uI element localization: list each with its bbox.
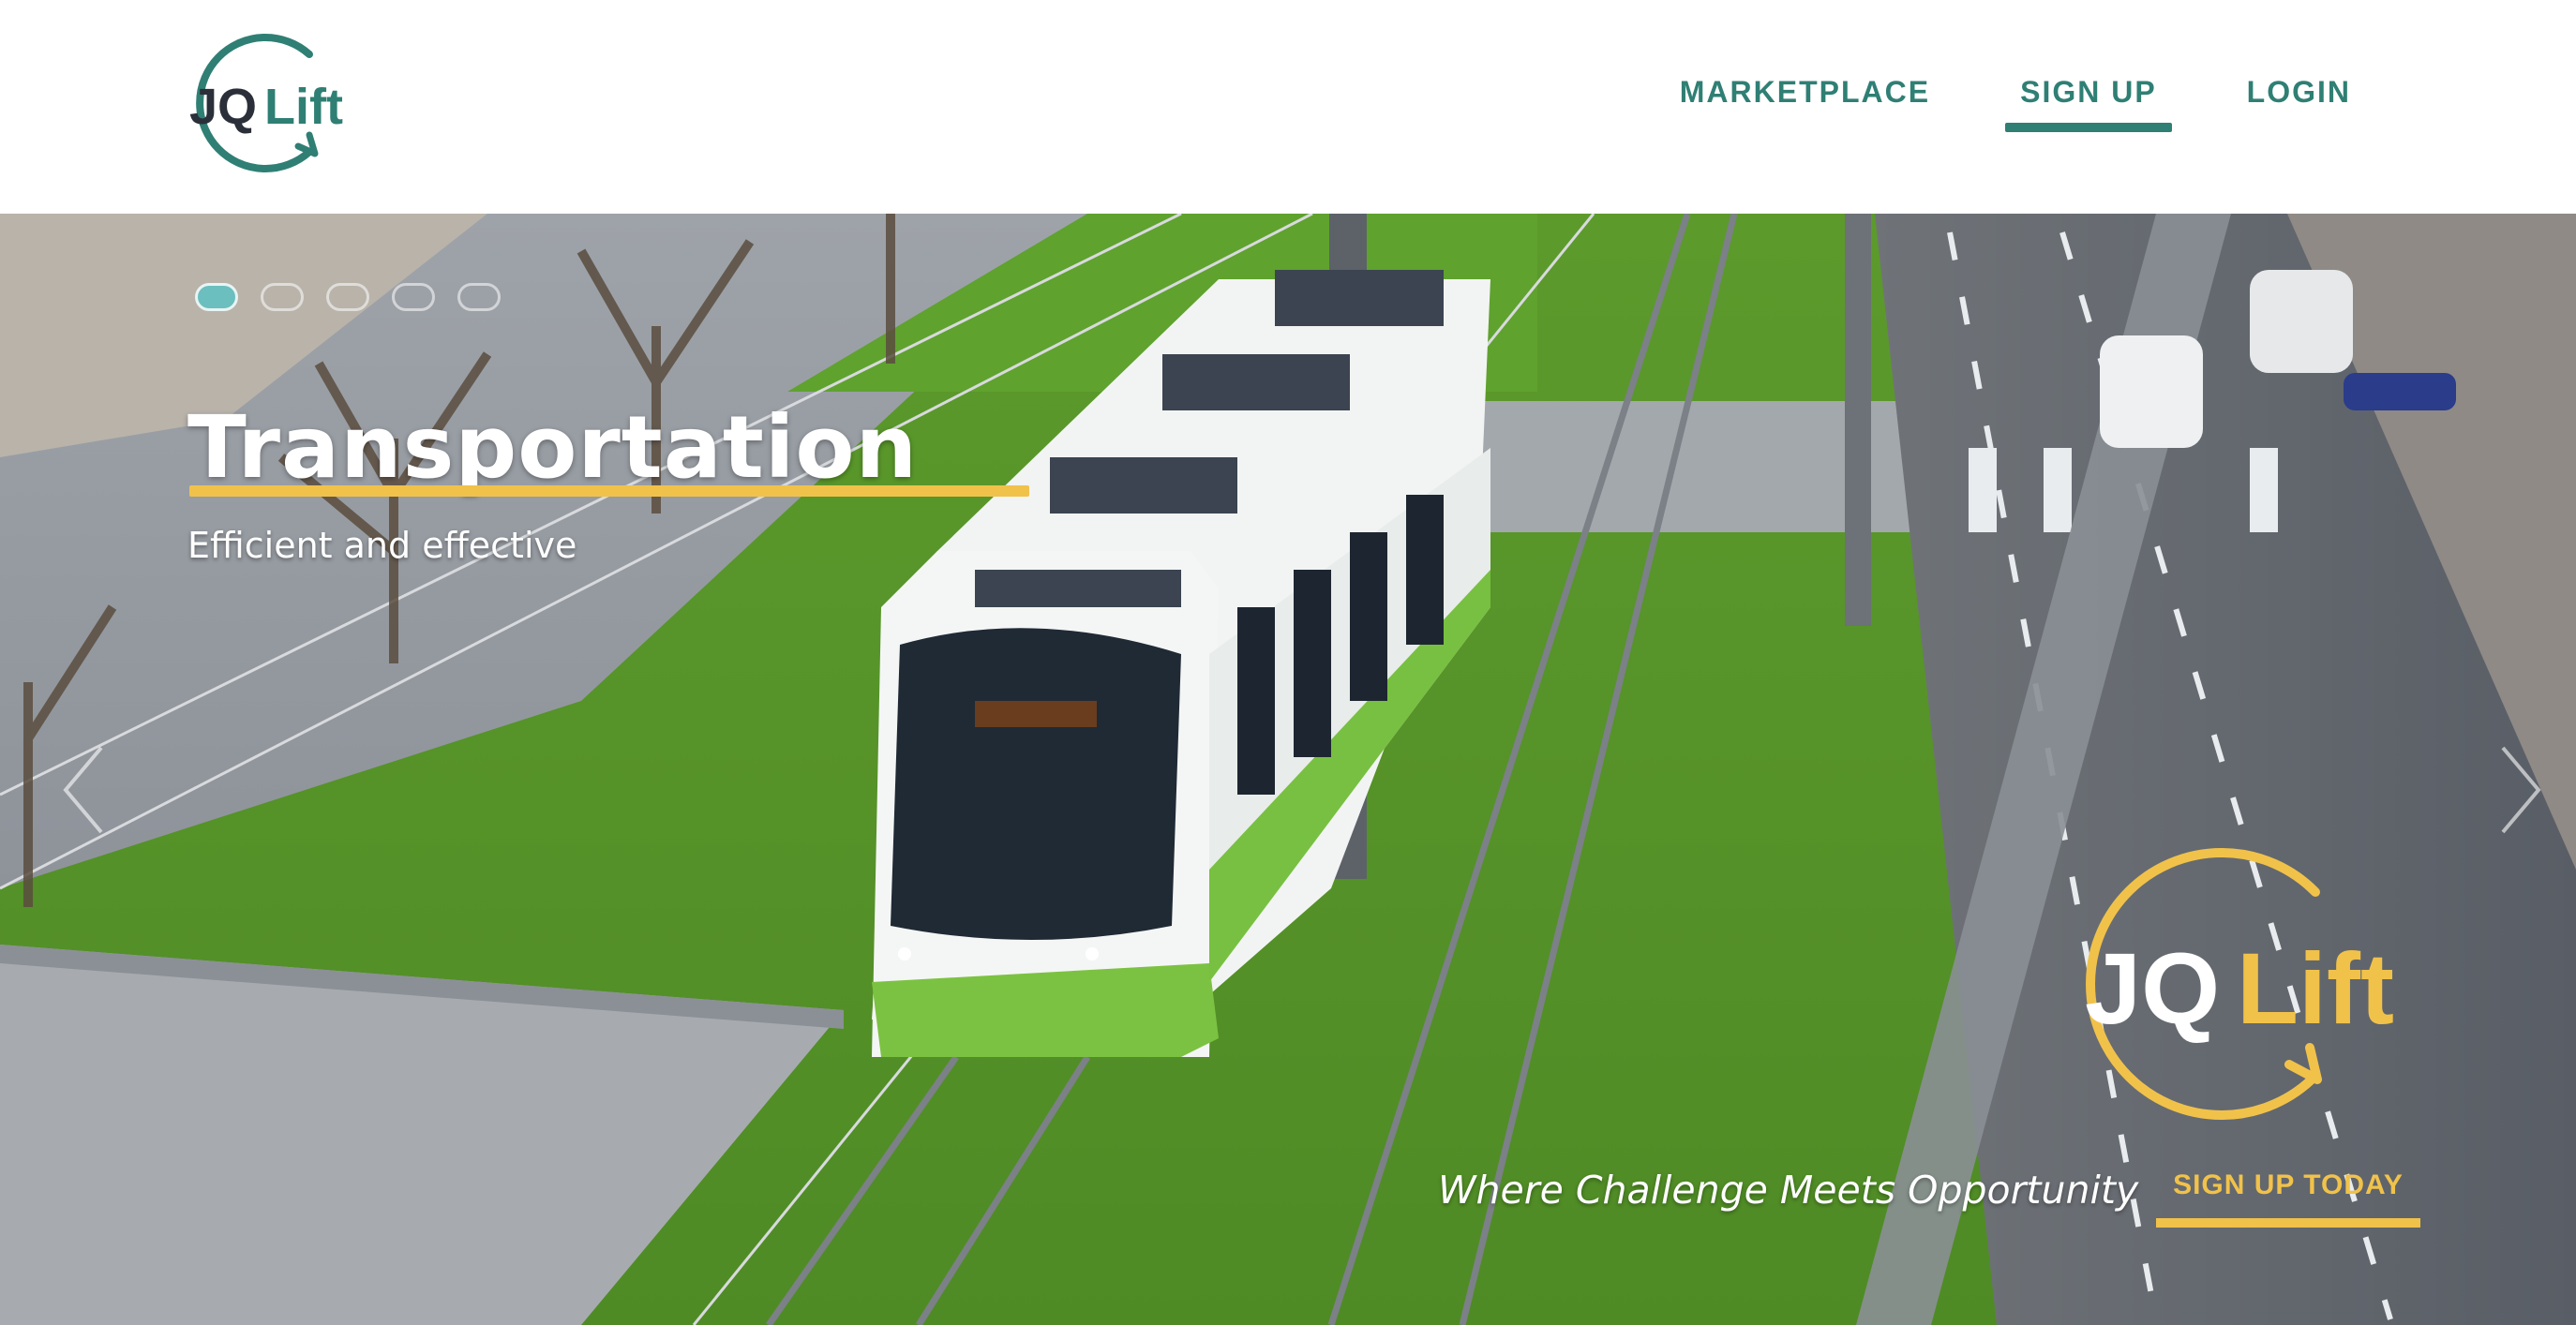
slide-subtitle: Efficient and effective (187, 525, 577, 566)
carousel-indicators (195, 283, 501, 311)
nav-marketplace[interactable]: MARKETPLACE (1680, 75, 1930, 127)
main-nav: MARKETPLACE SIGN UP LOGIN (1680, 75, 2351, 132)
hero-logo-text-jq: JQ (2085, 931, 2220, 1045)
logo-text-jq: JQ (189, 79, 257, 135)
chevron-left-icon (63, 746, 103, 834)
carousel-dot-5[interactable] (457, 283, 501, 311)
nav-sign-up[interactable]: SIGN UP (2005, 75, 2172, 132)
carousel-dot-1[interactable] (195, 283, 238, 311)
carousel-dot-4[interactable] (392, 283, 435, 311)
hero-background-image (0, 214, 2576, 1325)
tagline: Where Challenge Meets Opportunity (1438, 1168, 2139, 1213)
carousel-dot-3[interactable] (326, 283, 369, 311)
carousel-next-button[interactable] (2492, 738, 2548, 841)
title-underline (189, 485, 1029, 497)
chevron-right-icon (2501, 746, 2541, 834)
carousel-prev-button[interactable] (56, 738, 112, 841)
sign-up-today-button[interactable]: SIGN UP TODAY (2156, 1169, 2420, 1228)
logo-text-lift: Lift (264, 79, 343, 135)
nav-login[interactable]: LOGIN (2247, 75, 2351, 127)
hero-carousel: Transportation Efficient and effective J… (0, 214, 2576, 1325)
slide-title: Transportation (187, 397, 919, 498)
carousel-dot-2[interactable] (261, 283, 304, 311)
hero-logo-text-lift: Lift (2237, 931, 2394, 1045)
hero-jqlift-logo: JQ Lift (2044, 843, 2437, 1124)
jqlift-logo[interactable]: JQ Lift (169, 28, 375, 178)
site-header: JQ Lift MARKETPLACE SIGN UP LOGIN (0, 0, 2576, 214)
